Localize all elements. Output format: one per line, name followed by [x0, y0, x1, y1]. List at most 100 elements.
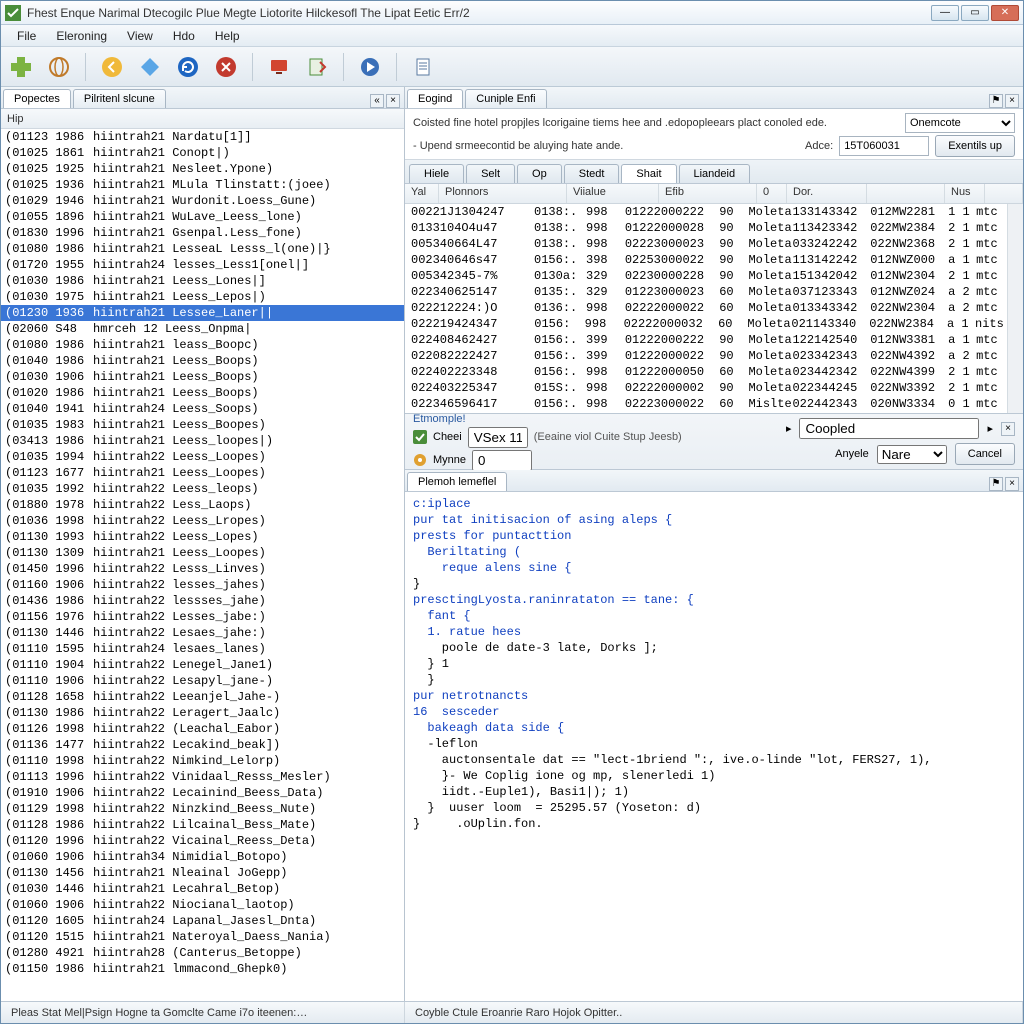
pane-pin-icon[interactable]: ⚑ [989, 94, 1003, 108]
panel-close-icon[interactable]: × [1001, 422, 1015, 436]
refresh-icon[interactable] [174, 53, 202, 81]
list-item[interactable]: (01080 1986hiintrah21 LesseaL Lesss_l(on… [1, 241, 404, 257]
menu-eleroning[interactable]: Eleroning [46, 27, 117, 45]
grid-row[interactable]: 0223406251470135:.3290122300002360Moleta… [405, 284, 1007, 300]
list-item[interactable]: (01880 1978hiintrah22 Less_Laops) [1, 497, 404, 513]
grid-col[interactable]: 0 [757, 184, 787, 203]
expand-icon[interactable]: ▸ [987, 422, 993, 435]
list-item[interactable]: (01128 1986hiintrah22 Lilcainal_Bess_Mat… [1, 817, 404, 833]
list-item[interactable]: (01025 1925hiintrah21 Nesleet.Ypone) [1, 161, 404, 177]
list-item[interactable]: (01035 1983hiintrah21 Leess_Boopes) [1, 417, 404, 433]
list-item[interactable]: (01060 1906hiintrah34 Nimidial_Botopo) [1, 849, 404, 865]
maximize-button[interactable]: ▭ [961, 5, 989, 21]
close-button[interactable]: ✕ [991, 5, 1019, 21]
grid-row[interactable]: 022212224:)O0136:.9980222200002260Moleta… [405, 300, 1007, 316]
list-item[interactable]: (01130 1986hiintrah22 Leragert_Jaalc) [1, 705, 404, 721]
pane-pin-icon[interactable]: ⚑ [989, 477, 1003, 491]
list-item[interactable]: (01110 1904hiintrah22 Lenegel_Jane1) [1, 657, 404, 673]
grid-col[interactable] [867, 184, 945, 203]
list-item[interactable]: (01040 1941hiintrah24 Leess_Soops) [1, 401, 404, 417]
list-item[interactable]: (01450 1996hiintrah22 Lesss_Linves) [1, 561, 404, 577]
list-item[interactable]: (01280 4921hiintrah28 (Canterus_Betoppe) [1, 945, 404, 961]
list-item[interactable]: (01130 1993hiintrah22 Leess_Lopes) [1, 529, 404, 545]
grid-row[interactable]: 0224084624270156:.3990122200022290Moleta… [405, 332, 1007, 348]
grid-col[interactable]: Yal [405, 184, 439, 203]
monitor-icon[interactable] [265, 53, 293, 81]
list-item[interactable]: (01120 1996hiintrah22 Vicainal_Reess_Det… [1, 833, 404, 849]
tab-cuniple enfi[interactable]: Cuniple Enfi [465, 89, 546, 108]
document-export-icon[interactable] [303, 53, 331, 81]
mynne-input[interactable] [472, 450, 532, 471]
list-item[interactable]: (01156 1976hiintrah22 Lesses_jabe:) [1, 609, 404, 625]
grid-col[interactable]: Viialue [567, 184, 659, 203]
scrollbar[interactable] [1007, 204, 1023, 413]
list-item[interactable]: (01150 1986hiintrah21 lmmacond_Ghepk0) [1, 961, 404, 977]
grid-col[interactable]: Plonnors [439, 184, 567, 203]
list-item[interactable]: (01025 1861hiintrah21 Conopt|) [1, 145, 404, 161]
list-item[interactable]: (01128 1658hiintrah22 Leeanjel_Jahe-) [1, 689, 404, 705]
list-item[interactable]: (01123 1677hiintrah21 Leess_Loopes) [1, 465, 404, 481]
back-icon[interactable] [98, 53, 126, 81]
grid-row[interactable]: 002340646s470156:.3980225300002290Moleta… [405, 252, 1007, 268]
menu-file[interactable]: File [7, 27, 46, 45]
list-item[interactable]: (01910 1906hiintrah22 Lecainind_Beess_Da… [1, 785, 404, 801]
list-item[interactable]: (01130 1446hiintrah22 Lesaes_jahe:) [1, 625, 404, 641]
code-editor[interactable]: c:iplacepur tat initisacion of asing ale… [405, 492, 1023, 1001]
list-item[interactable]: (01130 1309hiintrah21 Leess_Loopes) [1, 545, 404, 561]
list-item[interactable]: (01030 1446hiintrah21 Lecahral_Betop) [1, 881, 404, 897]
pane-close-icon[interactable]: × [1005, 94, 1019, 108]
grid-row[interactable]: 0224022233480156:.9980122200005060Moleta… [405, 364, 1007, 380]
list-item[interactable]: (01110 1906hiintrah22 Lesapyl_jane-) [1, 673, 404, 689]
grid-col[interactable]: Nus [945, 184, 985, 203]
add-icon[interactable] [7, 53, 35, 81]
grid-row[interactable]: 0222194243470156:9980222200003260Moleta0… [405, 316, 1007, 332]
list-item[interactable]: (01060 1906hiintrah22 Niocianal_laotop) [1, 897, 404, 913]
grid-row[interactable]: 022403225347015S:.9980222200000290Moleta… [405, 380, 1007, 396]
list-item[interactable]: (01830 1996hiintrah21 Gsenpal.Less_fone) [1, 225, 404, 241]
stop-icon[interactable] [212, 53, 240, 81]
list-item[interactable]: (01136 1477hiintrah22 Lecakind_beak]) [1, 737, 404, 753]
adce-input[interactable] [839, 136, 929, 156]
grid-row[interactable]: 0133104O4u470138:.9980122200002890Moleta… [405, 220, 1007, 236]
check-input[interactable] [468, 427, 528, 448]
tab-pilritenl slcune[interactable]: Pilritenl slcune [73, 89, 166, 108]
list-item[interactable]: (01080 1986hiintrah21 leass_Boopc) [1, 337, 404, 353]
grid-row[interactable]: 0223465964170156:.9980222300002260Mislte… [405, 396, 1007, 412]
list-item[interactable]: (01720 1955hiintrah24 lesses_Less1[onel|… [1, 257, 404, 273]
list-item[interactable]: (01120 1515hiintrah21 Nateroyal_Daess_Na… [1, 929, 404, 945]
diamond-icon[interactable] [136, 53, 164, 81]
project-list[interactable]: (01123 1986hiintrah21 Nardatu[1]](01025 … [1, 129, 404, 1001]
pane-options-icon[interactable]: « [370, 94, 384, 108]
grid-row[interactable]: 0220822224270156:.3990122200002290Moleta… [405, 348, 1007, 364]
list-item[interactable]: (01029 1946hiintrah21 Wurdonit.Loess_Gun… [1, 193, 404, 209]
list-item[interactable]: (02060 S48hmrceh 12 Leess_Onpma| [1, 321, 404, 337]
list-item[interactable]: (01110 1595hiintrah24 lesaes_lanes) [1, 641, 404, 657]
subtab-op[interactable]: Op [517, 164, 562, 183]
menu-view[interactable]: View [117, 27, 163, 45]
list-item[interactable]: (01055 1896hiintrah21 WuLave_Leess_lone) [1, 209, 404, 225]
list-item[interactable]: (01020 1986hiintrah21 Leess_Boops) [1, 385, 404, 401]
subtab-selt[interactable]: Selt [466, 164, 515, 183]
grid-col[interactable]: Efib [659, 184, 757, 203]
list-item[interactable]: (01030 1986hiintrah21 Leess_Lones|] [1, 273, 404, 289]
list-item[interactable]: (01130 1456hiintrah21 Nleainal JoGepp) [1, 865, 404, 881]
menu-help[interactable]: Help [205, 27, 250, 45]
list-item[interactable]: (01120 1605hiintrah24 Lapanal_Jasesl_Dnt… [1, 913, 404, 929]
list-item[interactable]: (01036 1998hiintrah22 Leess_Lropes) [1, 513, 404, 529]
list-item[interactable]: (01030 1975hiintrah21 Leess_Lepos|) [1, 289, 404, 305]
grid-row[interactable]: 005340664L470138:.9980222300002390Moleta… [405, 236, 1007, 252]
list-item[interactable]: (01040 1986hiintrah21 Leess_Boops) [1, 353, 404, 369]
subtab-shait[interactable]: Shait [621, 164, 676, 183]
list-item[interactable]: (01436 1986hiintrah22 lessses_jahe) [1, 593, 404, 609]
list-item[interactable]: (01129 1998hiintrah22 Ninzkind_Beess_Nut… [1, 801, 404, 817]
coopled-input[interactable] [799, 418, 979, 439]
grid-col[interactable]: Dor. [787, 184, 867, 203]
subtab-hiele[interactable]: Hiele [409, 164, 464, 183]
mode-select[interactable]: Onemcote [905, 113, 1015, 133]
list-item[interactable]: (01025 1936hiintrah21 MLula Tlinstatt:(j… [1, 177, 404, 193]
pane-close-icon[interactable]: × [1005, 477, 1019, 491]
list-item[interactable]: (01230 1936hiintrah21 Lessee_Laner|| [1, 305, 404, 321]
grid-row[interactable]: 00221J13042470138:.9980122200022290Molet… [405, 204, 1007, 220]
grid-row[interactable]: 005342345-7%0130a:3290223000022890Moleta… [405, 268, 1007, 284]
grid-col[interactable] [985, 184, 1023, 203]
